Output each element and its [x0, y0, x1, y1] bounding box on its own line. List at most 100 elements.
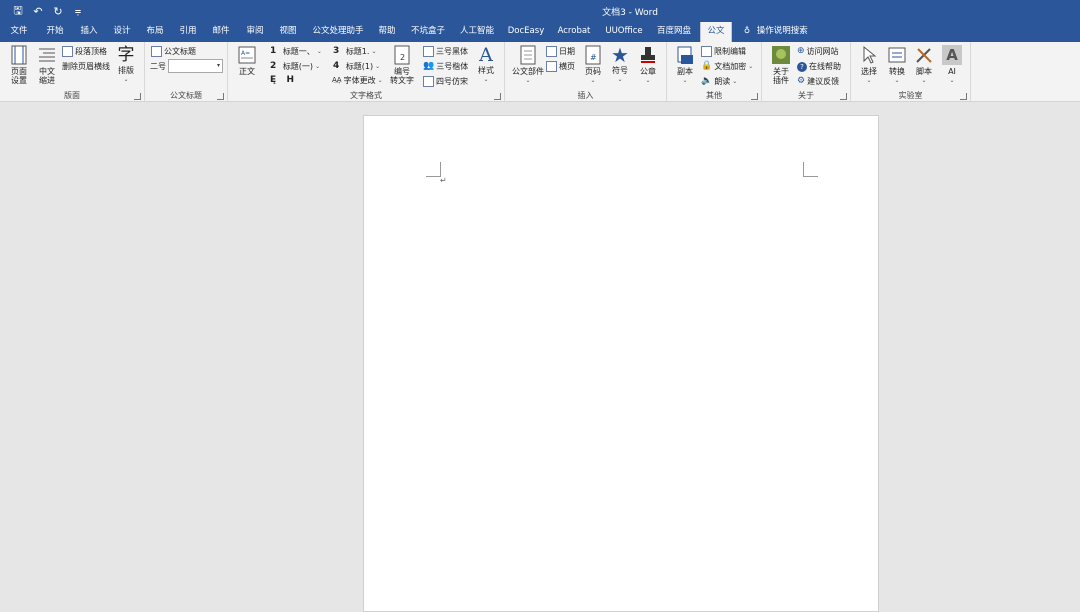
- san-kai-label: 三号楷体: [436, 62, 469, 71]
- tab-baidu-netdisk[interactable]: 百度网盘: [654, 22, 694, 42]
- tab-ai[interactable]: 人工智能: [457, 22, 497, 42]
- dialog-launcher-icon[interactable]: [840, 93, 847, 100]
- font-size-combo[interactable]: ▾: [168, 59, 223, 73]
- tab-help[interactable]: 帮助: [372, 22, 402, 42]
- indent-label: 中文 缩进: [39, 67, 55, 85]
- del-header-line-button[interactable]: 删除页眉横线: [62, 60, 110, 73]
- tab-layout[interactable]: 布局: [140, 22, 170, 42]
- seal-button[interactable]: 公章 ⌄: [635, 45, 661, 85]
- heading-shortcuts[interactable]: Ę H: [270, 74, 294, 87]
- tell-me-search[interactable]: ♁ 操作说明搜索: [740, 22, 808, 42]
- redo-icon[interactable]: ↻: [50, 3, 66, 19]
- save-icon[interactable]: 🖫: [10, 3, 26, 19]
- ribbon-tabs: 文件 开始 插入 设计 布局 引用 邮件 审阅 视图 公文处理助手 帮助 不坑盒…: [0, 22, 1080, 42]
- body-text-button[interactable]: A= 正文: [233, 45, 261, 76]
- encrypt-label: 文档加密: [714, 62, 747, 71]
- font-size-label: 二号: [150, 62, 166, 71]
- feedback-button[interactable]: ⚙ 建议反馈: [797, 75, 839, 88]
- indent-button[interactable]: 中文 缩进: [33, 45, 61, 85]
- doc-parts-button[interactable]: 公文部件 ⌄: [509, 45, 547, 85]
- about-plugin-button[interactable]: 关于 插件: [767, 45, 795, 85]
- heading1-button[interactable]: 1 标题一、 ⌄: [270, 45, 322, 58]
- dialog-launcher-icon[interactable]: [494, 93, 501, 100]
- tab-acrobat[interactable]: Acrobat: [554, 22, 594, 42]
- landscape-label: 横页: [559, 62, 575, 71]
- people-icon: 👥: [423, 61, 435, 71]
- copy-doc-icon: [677, 46, 693, 64]
- number-to-text-button[interactable]: 2 编号 转文字: [388, 45, 416, 85]
- script-pen-icon: [916, 48, 932, 63]
- para-top-button[interactable]: 段落顶格: [62, 45, 107, 58]
- landscape-page-icon: [546, 61, 557, 72]
- tab-review[interactable]: 审阅: [240, 22, 270, 42]
- ai-letter-icon: A: [942, 45, 962, 65]
- date-label: 日期: [559, 47, 575, 56]
- tab-doc-assistant[interactable]: 公文处理助手: [310, 22, 366, 42]
- chevron-down-icon: ⌄: [590, 77, 596, 84]
- page-setup-button[interactable]: 页面 设置: [5, 45, 33, 85]
- tab-references[interactable]: 引用: [173, 22, 203, 42]
- landscape-button[interactable]: 横页: [546, 60, 575, 73]
- chevron-down-icon: ⌄: [894, 77, 900, 84]
- chevron-down-icon: ⌄: [748, 63, 754, 70]
- dialog-launcher-icon[interactable]: [751, 93, 758, 100]
- restrict-label: 限制编辑: [714, 47, 746, 56]
- date-button[interactable]: 日期: [546, 45, 575, 58]
- chevron-down-icon: ⌄: [617, 76, 623, 83]
- copy-button[interactable]: 副本 ⌄: [671, 45, 699, 85]
- ai-button[interactable]: A AI ⌄: [939, 45, 965, 85]
- chevron-down-icon: ⌄: [316, 48, 322, 55]
- online-help-button[interactable]: ? 在线帮助: [797, 60, 841, 73]
- undo-icon[interactable]: ↶: [30, 3, 46, 19]
- restrict-edit-button[interactable]: 限制编辑: [701, 45, 746, 58]
- heading2-button[interactable]: 2 标题(一) ⌄: [270, 60, 320, 73]
- chevron-down-icon: ▾: [216, 62, 220, 69]
- font-change-icon: A͢A: [332, 76, 342, 84]
- encrypt-button[interactable]: 🔒 文档加密 ⌄: [701, 60, 753, 73]
- si-fang-button[interactable]: 四号仿宋: [423, 75, 468, 88]
- typeset-label: 排版: [118, 66, 134, 75]
- chevron-down-icon: ⌄: [921, 77, 927, 84]
- convert-button[interactable]: 转换 ⌄: [884, 45, 910, 85]
- document-canvas[interactable]: ↵: [0, 103, 1080, 612]
- dialog-launcher-icon[interactable]: [960, 93, 967, 100]
- typeset-button[interactable]: 字 排版 ⌄: [113, 45, 139, 84]
- tab-mailings[interactable]: 邮件: [206, 22, 236, 42]
- indent-icon: [39, 48, 55, 62]
- globe-icon: ⊕: [797, 46, 805, 56]
- dialog-launcher-icon[interactable]: [217, 93, 224, 100]
- tab-view[interactable]: 视图: [273, 22, 303, 42]
- customize-icon[interactable]: ⩦: [70, 3, 86, 19]
- chevron-down-icon: ⌄: [375, 63, 381, 70]
- chevron-down-icon: ⌄: [682, 77, 688, 84]
- lock-icon: 🔒: [701, 61, 713, 71]
- heading3-button[interactable]: 3 标题1. ⌄: [333, 45, 376, 58]
- read-aloud-button[interactable]: 🔈 朗读 ⌄: [701, 75, 737, 88]
- styles-button[interactable]: A 样式 ⌄: [473, 45, 499, 84]
- chevron-down-icon: ⌄: [315, 63, 321, 70]
- page-number-button[interactable]: # 页码 ⌄: [581, 45, 605, 85]
- font-change-button[interactable]: A͢A 字体更改 ⌄: [332, 74, 383, 87]
- san-kai-button[interactable]: 👥 三号楷体: [423, 60, 468, 73]
- copy-label: 副本: [677, 67, 693, 76]
- chevron-down-icon: ⌄: [371, 48, 377, 55]
- symbol-button[interactable]: ★ 符号 ⌄: [608, 45, 632, 84]
- tab-gongwen[interactable]: 公文: [700, 22, 732, 42]
- tab-insert[interactable]: 插入: [74, 22, 104, 42]
- tab-design[interactable]: 设计: [107, 22, 137, 42]
- tab-home[interactable]: 开始: [40, 22, 70, 42]
- visit-site-button[interactable]: ⊕ 访问网站: [797, 45, 839, 58]
- tab-file[interactable]: 文件: [4, 22, 34, 42]
- script-button[interactable]: 脚本 ⌄: [911, 45, 937, 85]
- doc-title-button[interactable]: 公文标题: [151, 45, 196, 58]
- tab-bukeng-box[interactable]: 不坑盒子: [408, 22, 448, 42]
- heading4-button[interactable]: 4 标题(1) ⌄: [333, 60, 380, 73]
- tab-uuoffice[interactable]: UUOffice: [602, 22, 646, 42]
- styles-label: 样式: [478, 66, 494, 75]
- select-button[interactable]: 选择 ⌄: [856, 45, 882, 85]
- dialog-launcher-icon[interactable]: [134, 93, 141, 100]
- tab-doceasy[interactable]: DocEasy: [505, 22, 547, 42]
- san-hei-button[interactable]: 三号黑体: [423, 45, 468, 58]
- document-page[interactable]: ↵: [363, 115, 879, 612]
- ribbon: 页面 设置 中文 缩进 段落顶格 删除页眉横线 字 排版 ⌄ 版面 公文标题 二…: [0, 42, 1080, 102]
